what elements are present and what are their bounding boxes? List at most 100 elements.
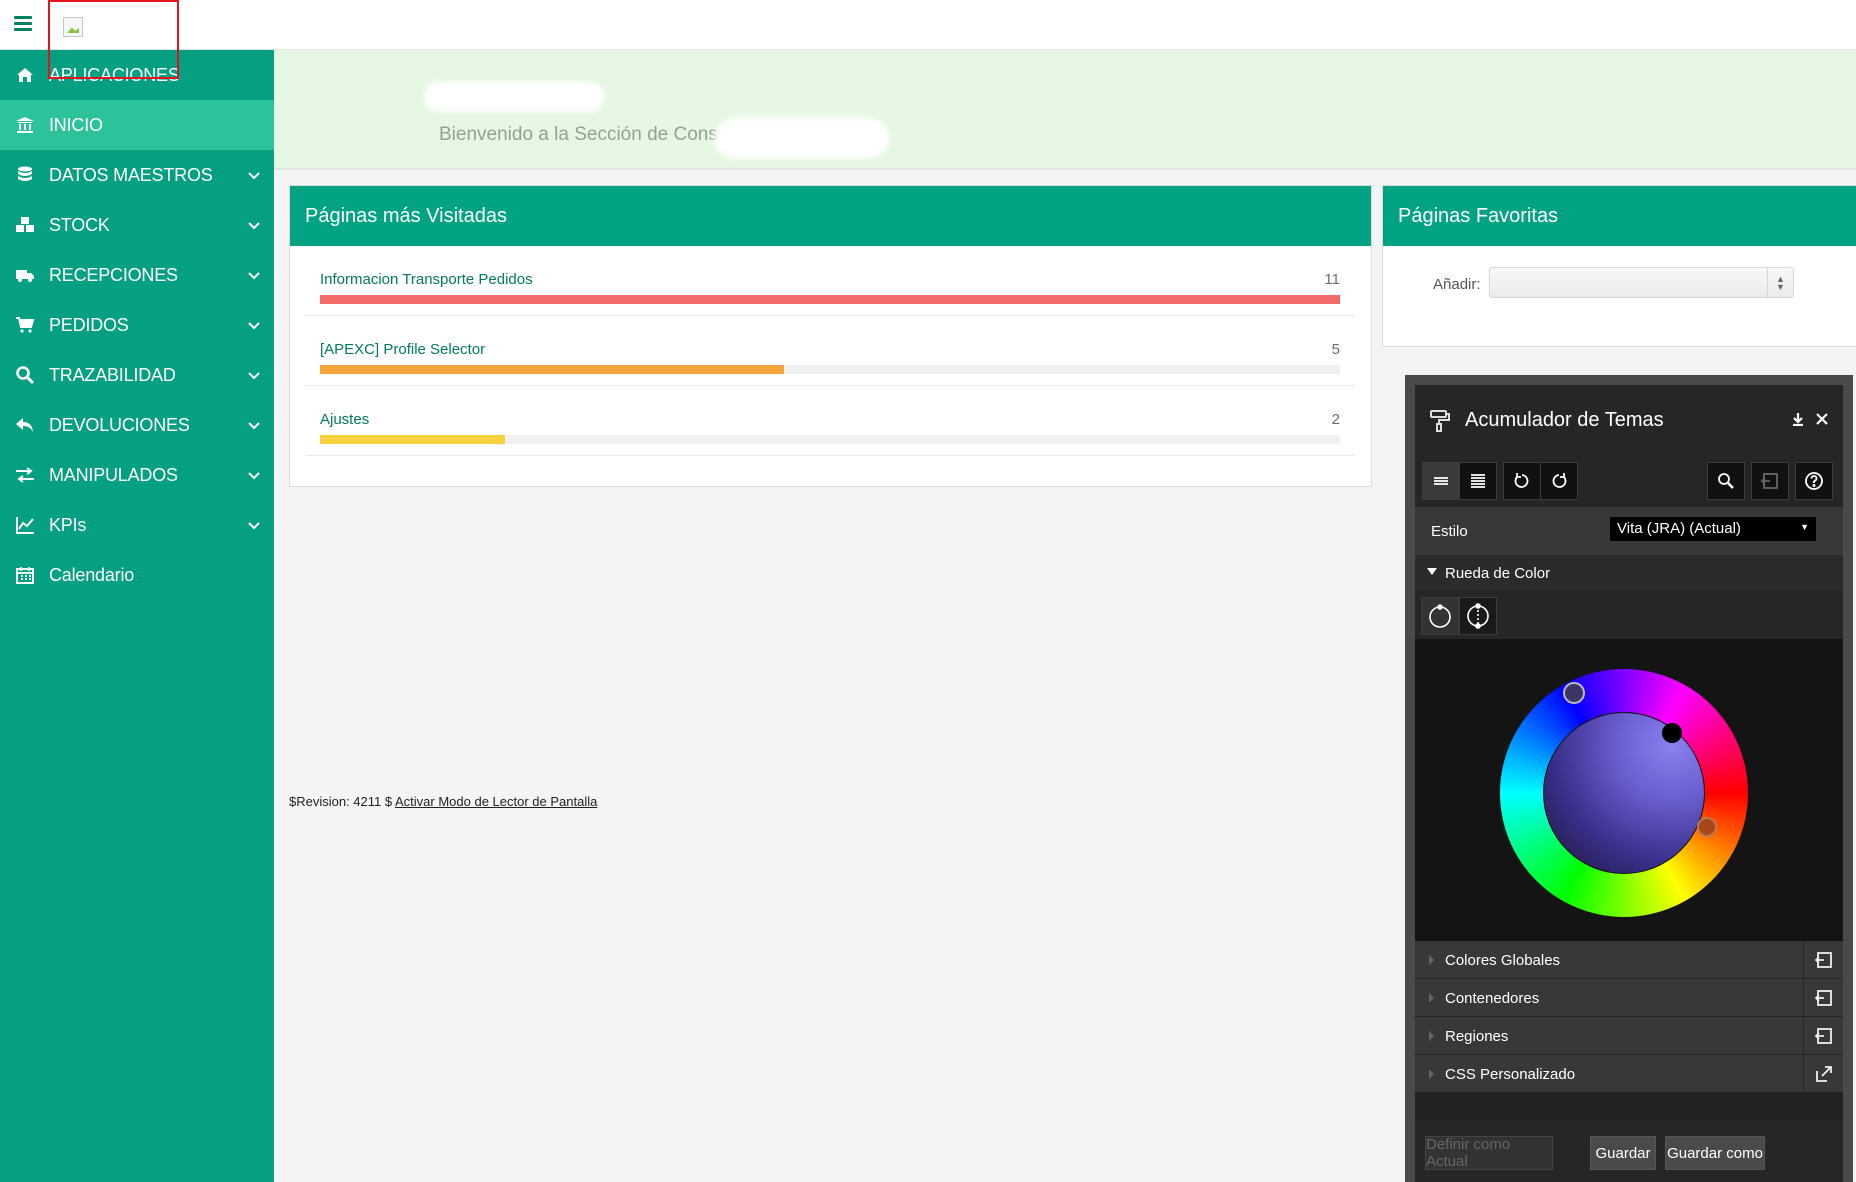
sidebar-item-manipulados[interactable]: MANIPULADOS bbox=[0, 450, 274, 500]
minimize-icon[interactable] bbox=[1791, 412, 1805, 426]
sidebar-item-recepciones[interactable]: RECEPCIONES bbox=[0, 250, 274, 300]
sidebar-item-kpis[interactable]: KPIs bbox=[0, 500, 274, 550]
theme-section-row[interactable]: Contenedores bbox=[1415, 979, 1843, 1017]
simple-view-button[interactable] bbox=[1422, 462, 1460, 500]
chevron-down-icon bbox=[248, 468, 260, 480]
color-wheel-area bbox=[1415, 639, 1843, 941]
sidebar-item-devoluciones[interactable]: DEVOLUCIONES bbox=[0, 400, 274, 450]
sidebar-item-label: STOCK bbox=[49, 214, 110, 235]
calendar-icon bbox=[0, 565, 49, 585]
reset-section-icon[interactable] bbox=[1803, 1017, 1843, 1055]
sidebar-item-label: DEVOLUCIONES bbox=[49, 414, 190, 435]
save-as-button[interactable]: Guardar como bbox=[1665, 1136, 1765, 1170]
close-icon[interactable] bbox=[1815, 412, 1829, 426]
redo-button[interactable] bbox=[1540, 462, 1578, 500]
panel-title: Páginas Favoritas bbox=[1383, 186, 1856, 246]
sidebar-item-stock[interactable]: STOCK bbox=[0, 200, 274, 250]
cubes-icon bbox=[0, 215, 49, 235]
sidebar-item-label: Calendario bbox=[49, 564, 135, 585]
theme-roller-titlebar[interactable]: Acumulador de Temas bbox=[1415, 385, 1843, 455]
theme-section-label: Colores Globales bbox=[1445, 952, 1561, 969]
visit-progress-track bbox=[320, 295, 1340, 304]
hamburger-icon[interactable] bbox=[14, 16, 32, 31]
color-knob-2[interactable] bbox=[1662, 723, 1682, 743]
open-external-icon[interactable] bbox=[1803, 1055, 1843, 1093]
revision-text: $Revision: 4211 $ bbox=[289, 794, 393, 809]
logo-highlight-box[interactable] bbox=[48, 0, 179, 79]
screen-reader-mode-link[interactable]: Activar Modo de Lector de Pantalla bbox=[395, 794, 597, 809]
detailed-view-button[interactable] bbox=[1459, 462, 1497, 500]
caret-right-icon bbox=[1429, 1031, 1434, 1041]
style-row: Estilo Vita (JRA) (Actual) bbox=[1415, 507, 1843, 555]
reset-section-icon[interactable] bbox=[1803, 979, 1843, 1017]
help-button[interactable] bbox=[1795, 462, 1833, 500]
sidebar-item-inicio[interactable]: INICIO bbox=[0, 100, 274, 150]
theme-section-row[interactable]: Regiones bbox=[1415, 1017, 1843, 1055]
undo-icon bbox=[1514, 473, 1529, 488]
select-arrows-icon: ▲ ▼ bbox=[1767, 268, 1793, 297]
visited-page-link[interactable]: Informacion Transporte Pedidos bbox=[320, 271, 533, 288]
sidebar-item-calendario[interactable]: Calendario bbox=[0, 550, 274, 600]
undo-button[interactable] bbox=[1503, 462, 1541, 500]
bank-icon bbox=[0, 115, 49, 135]
visit-progress-track bbox=[320, 435, 1340, 444]
visited-page-row: Ajustes 2 bbox=[305, 386, 1355, 456]
complementary-mode-button[interactable] bbox=[1459, 597, 1497, 635]
style-label: Estilo bbox=[1431, 523, 1468, 540]
favorites-panel: Páginas Favoritas Añadir: ▲ ▼ bbox=[1382, 185, 1856, 347]
theme-section-row[interactable]: Colores Globales bbox=[1415, 941, 1843, 979]
sidebar-item-datos-maestros[interactable]: DATOS MAESTROS bbox=[0, 150, 274, 200]
visit-count: 2 bbox=[1331, 411, 1340, 428]
caret-right-icon bbox=[1429, 993, 1434, 1003]
sidebar-item-label: TRAZABILIDAD bbox=[49, 364, 176, 385]
chevron-down-icon bbox=[248, 518, 260, 530]
color-wheel-mode-bar bbox=[1415, 591, 1843, 639]
truck-icon bbox=[0, 265, 49, 285]
exchange-icon bbox=[0, 465, 49, 485]
color-knob-3[interactable] bbox=[1697, 817, 1717, 837]
top-header bbox=[0, 0, 1856, 79]
style-select[interactable]: Vita (JRA) (Actual) bbox=[1610, 517, 1816, 541]
reset-all-button[interactable] bbox=[1751, 462, 1789, 500]
chevron-down-icon bbox=[248, 218, 260, 230]
add-favorite-label: Añadir: bbox=[1433, 276, 1481, 293]
panel-title: Páginas más Visitadas bbox=[290, 186, 1371, 246]
sidebar-item-pedidos[interactable]: PEDIDOS bbox=[0, 300, 274, 350]
visit-progress-fill bbox=[320, 435, 506, 444]
help-icon bbox=[1805, 472, 1823, 490]
search-button[interactable] bbox=[1707, 462, 1745, 500]
save-button[interactable]: Guardar bbox=[1590, 1136, 1656, 1170]
welcome-banner: Bienvenido a la Sección de Consu bbox=[274, 50, 1856, 170]
color-wheel-section-header[interactable]: Rueda de Color bbox=[1415, 555, 1843, 591]
sidebar-item-label: KPIs bbox=[49, 514, 87, 535]
color-knob-1[interactable] bbox=[1563, 682, 1585, 704]
search-icon bbox=[0, 365, 49, 385]
redacted-area bbox=[424, 82, 604, 112]
database-icon bbox=[0, 165, 49, 185]
redacted-area bbox=[714, 118, 889, 158]
list-simple-icon bbox=[1434, 477, 1448, 485]
visit-progress-track bbox=[320, 365, 1340, 374]
broken-logo-image-icon bbox=[63, 17, 83, 37]
theme-section-row[interactable]: CSS Personalizado bbox=[1415, 1055, 1843, 1093]
paint-roller-icon bbox=[1429, 409, 1451, 439]
list-detailed-icon bbox=[1471, 474, 1485, 488]
visited-page-link[interactable]: Ajustes bbox=[320, 411, 369, 428]
cart-icon bbox=[0, 315, 49, 335]
chevron-down-icon bbox=[248, 418, 260, 430]
visit-progress-fill bbox=[320, 295, 1340, 304]
set-current-button[interactable]: Definir como Actual bbox=[1425, 1136, 1553, 1170]
visited-page-link[interactable]: [APEXC] Profile Selector bbox=[320, 341, 485, 358]
caret-down-icon bbox=[1427, 568, 1437, 575]
monochrome-mode-button[interactable] bbox=[1421, 597, 1459, 635]
color-wheel[interactable] bbox=[1500, 669, 1748, 917]
line-chart-icon bbox=[0, 515, 49, 535]
visit-progress-fill bbox=[320, 365, 784, 374]
theme-section-label: Regiones bbox=[1445, 1028, 1509, 1045]
add-favorite-select[interactable]: ▲ ▼ bbox=[1489, 267, 1794, 298]
most-visited-panel: Páginas más Visitadas Informacion Transp… bbox=[289, 185, 1372, 487]
chevron-down-icon bbox=[248, 368, 260, 380]
theme-section-label: CSS Personalizado bbox=[1445, 1066, 1576, 1083]
sidebar-item-trazabilidad[interactable]: TRAZABILIDAD bbox=[0, 350, 274, 400]
reset-section-icon[interactable] bbox=[1803, 941, 1843, 979]
